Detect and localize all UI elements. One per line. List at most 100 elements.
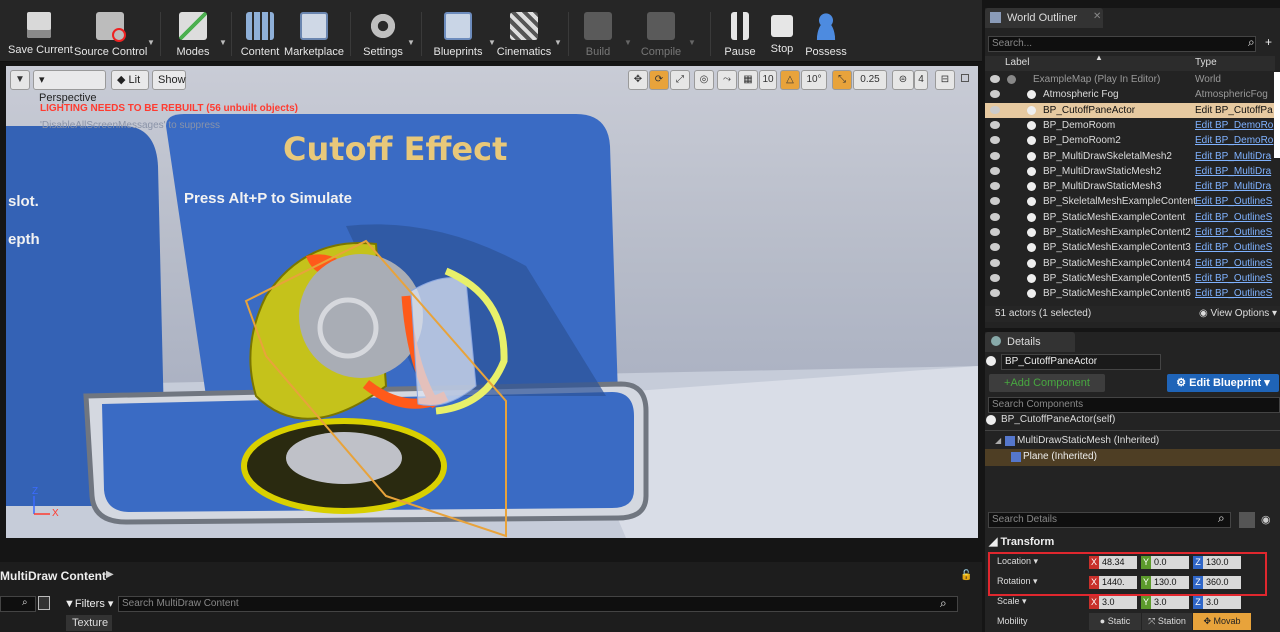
expand-arrow-icon[interactable]: ◢ (995, 436, 1001, 445)
blueprints-dropdown-icon[interactable]: ▼ (488, 38, 496, 47)
outliner-row[interactable]: ExampleMap (Play In Editor) World (985, 72, 1275, 87)
visibility-eye-icon[interactable] (990, 228, 1000, 236)
rotate-tool-icon[interactable]: ⟳ (649, 70, 669, 90)
content-button[interactable]: Content (238, 12, 282, 60)
close-icon[interactable]: ✕ (1093, 11, 1101, 22)
outliner-scrollbar[interactable] (1274, 72, 1280, 158)
visibility-eye-icon[interactable] (990, 90, 1000, 99)
cinematics-dropdown-icon[interactable]: ▼ (554, 38, 562, 47)
outliner-row-type[interactable]: Edit BP_OutlineS (1195, 256, 1272, 271)
maximize-viewport-icon[interactable]: ⊟ (935, 70, 955, 90)
visibility-eye-icon[interactable] (990, 289, 1000, 298)
col-label[interactable]: Label (1005, 57, 1029, 68)
settings-button[interactable]: Settings (360, 12, 406, 60)
outliner-row-type[interactable]: Edit BP_OutlineS (1195, 194, 1272, 209)
add-filter-icon[interactable]: + (1265, 35, 1272, 49)
outliner-row[interactable]: BP_MultiDrawStaticMesh2 Edit BP_MultiDra (985, 164, 1275, 179)
show-button[interactable]: Show (152, 70, 186, 90)
location-label[interactable]: Location ▾ (997, 556, 1038, 567)
outliner-row-type[interactable]: Edit BP_OutlineS (1195, 240, 1272, 255)
outliner-row-type[interactable]: Edit BP_DemoRo (1195, 118, 1273, 133)
visibility-eye-icon[interactable] (990, 75, 1000, 83)
rotation-snap-value[interactable]: 10° (801, 70, 827, 90)
visibility-eye-icon[interactable] (990, 212, 1000, 221)
outliner-row[interactable]: BP_MultiDrawStaticMesh3 Edit BP_MultiDra (985, 179, 1275, 194)
outliner-row[interactable]: BP_SkeletalMeshExampleContent Edit BP_Out… (985, 194, 1275, 209)
outliner-row[interactable]: BP_StaticMeshExampleContent2 Edit BP_Outl… (985, 225, 1275, 240)
mobility-movable-button[interactable]: ✥ Movab (1193, 613, 1251, 630)
modes-button[interactable]: Modes (168, 12, 218, 60)
rotation-y-field[interactable]: 130.0 (1151, 576, 1189, 589)
outliner-row-type[interactable]: Edit BP_OutlineS (1195, 225, 1272, 240)
scale-snap-icon[interactable]: ⤡ (832, 70, 852, 90)
tab-world-outliner[interactable]: World Outliner (985, 8, 1103, 28)
visibility-eye-icon[interactable] (990, 166, 1000, 175)
visibility-eye-icon[interactable] (990, 258, 1000, 267)
outliner-row[interactable]: BP_StaticMeshExampleContent6 Edit BP_Outl… (985, 286, 1275, 301)
visibility-eye-icon[interactable] (990, 151, 1000, 160)
path-arrow-icon[interactable]: ▶ (106, 569, 114, 580)
location-y-field[interactable]: 0.0 (1151, 556, 1189, 569)
visibility-eye-icon[interactable] (990, 197, 1000, 206)
compile-button[interactable]: Compile (638, 12, 684, 60)
save-current-button[interactable]: Save Current (8, 12, 73, 60)
visibility-eye-icon[interactable] (990, 105, 1000, 114)
property-matrix-icon[interactable] (1239, 512, 1255, 528)
viewport-menu-dropdown[interactable]: ▼ (10, 70, 30, 90)
outliner-row[interactable]: BP_StaticMeshExampleContent3 Edit BP_Outl… (985, 240, 1275, 255)
stop-button[interactable]: Stop (764, 12, 800, 60)
grid-snap-icon[interactable]: ▦ (738, 70, 758, 90)
filter-chip-texture[interactable]: Texture (66, 615, 112, 631)
visibility-eye-icon[interactable] (990, 243, 1000, 252)
outliner-row[interactable]: BP_CutoffPaneActor Edit BP_CutoffPa (985, 102, 1275, 118)
grid-snap-value[interactable]: 10 (759, 70, 777, 90)
modes-dropdown-icon[interactable]: ▼ (219, 38, 227, 47)
outliner-row-type[interactable]: Edit BP_MultiDra (1195, 179, 1271, 194)
rotation-x-field[interactable]: 1440. (1099, 576, 1137, 589)
actor-name-input[interactable]: BP_CutoffPaneActor (1001, 354, 1161, 370)
scale-y-field[interactable]: 3.0 (1151, 596, 1189, 609)
outliner-search-input[interactable]: Search... (988, 36, 1256, 52)
settings-dropdown-icon[interactable]: ▼ (407, 38, 415, 47)
list-view-icon[interactable] (38, 596, 50, 610)
outliner-row-type[interactable]: Edit BP_DemoRo (1195, 133, 1273, 148)
outliner-row[interactable]: Atmospheric Fog AtmosphericFog (985, 87, 1275, 102)
visibility-eye-icon[interactable] (990, 136, 1000, 145)
visibility-eye-icon[interactable] (990, 120, 1000, 129)
filters-button[interactable]: ▼Filters ▾ (64, 597, 113, 610)
surface-snap-icon[interactable]: ⤳ (717, 70, 737, 90)
rotation-label[interactable]: Rotation ▾ (997, 576, 1038, 587)
location-x-field[interactable]: 48.34 (1099, 556, 1137, 569)
eye-icon[interactable]: ◉ (1261, 513, 1271, 526)
outliner-row[interactable]: BP_DemoRoom Edit BP_DemoRo (985, 118, 1275, 133)
outliner-row-type[interactable]: Edit BP_OutlineS (1195, 286, 1272, 301)
outliner-row[interactable]: BP_StaticMeshExampleContent Edit BP_Outli… (985, 210, 1275, 225)
search-icon[interactable]: ⌕ (22, 597, 28, 608)
mobility-static-button[interactable]: ● Static (1089, 613, 1141, 630)
col-type[interactable]: Type (1195, 57, 1217, 68)
search-components-input[interactable]: Search Components (988, 397, 1280, 413)
content-search-input[interactable]: Search MultiDraw Content (118, 596, 958, 612)
outliner-row[interactable]: BP_StaticMeshExampleContent5 Edit BP_Outl… (985, 271, 1275, 286)
outliner-row-type[interactable]: Edit BP_OutlineS (1195, 210, 1272, 225)
edit-blueprint-button[interactable]: ⚙ Edit Blueprint ▾ (1167, 374, 1279, 392)
compile-dropdown-icon[interactable]: ▼ (688, 38, 696, 47)
build-button[interactable]: Build (578, 12, 618, 60)
location-z-field[interactable]: 130.0 (1203, 556, 1241, 569)
transform-section[interactable]: ◢ Transform (989, 535, 1054, 548)
mobility-station-button[interactable]: ⤧ Station (1142, 613, 1192, 630)
outliner-row-type[interactable]: Edit BP_MultiDra (1195, 164, 1271, 179)
blueprints-button[interactable]: Blueprints (430, 12, 486, 60)
perspective-button[interactable]: ▾ Perspective (33, 70, 106, 104)
source-control-dropdown-icon[interactable]: ▼ (147, 38, 155, 47)
lock-icon[interactable]: 🔓 (960, 570, 972, 581)
component-multidraw[interactable]: MultiDrawStaticMesh (Inherited) (1017, 435, 1159, 446)
scale-label[interactable]: Scale ▾ (997, 596, 1027, 607)
camera-speed-icon[interactable]: ⊜ (892, 70, 914, 90)
outliner-row-type[interactable]: Edit BP_CutoffPa (1195, 103, 1273, 118)
scale-x-field[interactable]: 3.0 (1099, 596, 1137, 609)
path-search-field[interactable] (0, 596, 36, 612)
cinematics-button[interactable]: Cinematics (496, 12, 552, 60)
build-dropdown-icon[interactable]: ▼ (624, 38, 632, 47)
marketplace-button[interactable]: Marketplace (284, 12, 344, 60)
